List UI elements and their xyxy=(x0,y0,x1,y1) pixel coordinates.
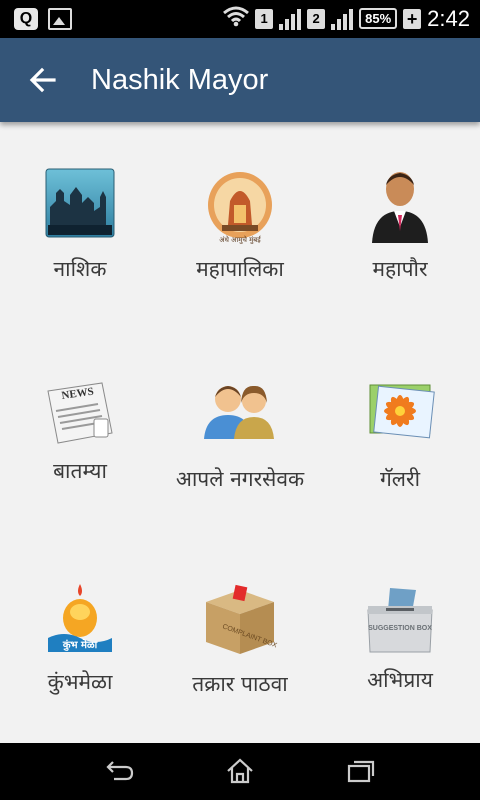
suggestion-box-icon: SUGGESTION BOX xyxy=(360,582,440,662)
recents-nav-icon[interactable] xyxy=(344,757,376,785)
tile-gallery[interactable]: गॅलरी xyxy=(320,377,480,537)
nashik-city-icon xyxy=(40,167,120,247)
charging-plus-icon: + xyxy=(403,8,422,29)
tile-label: महापालिका xyxy=(196,257,284,281)
tile-label: अभिप्राय xyxy=(367,668,433,692)
tile-kumbh[interactable]: कुंभ मेळा कुंभमेळा xyxy=(0,582,160,742)
battery-icon: 85% xyxy=(359,8,398,29)
status-bar: Q 1 2 85% + 2:42 xyxy=(0,0,480,38)
complaint-box-icon: COMPLAINT BOX xyxy=(200,582,280,662)
svg-text:अंधे आमुचे मुंबई: अंधे आमुचे मुंबई xyxy=(219,235,262,244)
app-bar: Nashik Mayor xyxy=(0,38,480,122)
tile-news[interactable]: NEWS बातम्या xyxy=(0,377,160,537)
svg-text:कुंभ मेळा: कुंभ मेळा xyxy=(62,638,98,651)
kumbh-mela-icon: कुंभ मेळा xyxy=(40,582,120,662)
tile-complaint[interactable]: COMPLAINT BOX तक्रार पाठवा xyxy=(160,582,320,742)
tile-mahapaur[interactable]: महापौर xyxy=(320,167,480,327)
home-nav-icon[interactable] xyxy=(224,757,256,785)
sim1-icon: 1 xyxy=(255,8,274,29)
system-nav-bar xyxy=(0,743,480,800)
svg-text:SUGGESTION BOX: SUGGESTION BOX xyxy=(368,625,432,632)
newspaper-icon: NEWS xyxy=(40,377,120,457)
signal2-icon xyxy=(331,8,354,30)
wifi-icon xyxy=(223,5,250,32)
mayor-person-icon xyxy=(360,167,440,247)
tile-corporators[interactable]: आपले नगरसेवक xyxy=(160,377,320,537)
q-app-icon: Q xyxy=(14,8,38,30)
clock: 2:42 xyxy=(427,5,470,31)
image-notification-icon xyxy=(48,8,72,30)
tile-feedback[interactable]: SUGGESTION BOX अभिप्राय xyxy=(320,582,480,742)
signal1-icon xyxy=(279,8,302,30)
tile-nashik[interactable]: नाशिक xyxy=(0,167,160,327)
back-nav-icon[interactable] xyxy=(104,757,136,785)
tile-label: महापौर xyxy=(372,257,428,281)
page-title: Nashik Mayor xyxy=(91,64,269,96)
tile-label: नाशिक xyxy=(53,257,107,281)
menu-grid: नाशिक अंधे आमुचे मुंबई महापालिका महापौर … xyxy=(0,122,480,743)
sim2-icon: 2 xyxy=(307,8,326,29)
tile-label: तक्रार पाठवा xyxy=(192,672,288,696)
corporators-people-icon xyxy=(200,377,280,457)
corporation-emblem-icon: अंधे आमुचे मुंबई xyxy=(200,167,280,247)
tile-label: आपले नगरसेवक xyxy=(175,467,305,491)
gallery-photos-icon xyxy=(360,377,440,457)
tile-label: कुंभमेळा xyxy=(47,670,113,694)
back-arrow-icon[interactable] xyxy=(28,60,68,100)
tile-label: बातम्या xyxy=(53,459,107,483)
tile-label: गॅलरी xyxy=(379,467,421,491)
tile-mahapalika[interactable]: अंधे आमुचे मुंबई महापालिका xyxy=(160,167,320,327)
